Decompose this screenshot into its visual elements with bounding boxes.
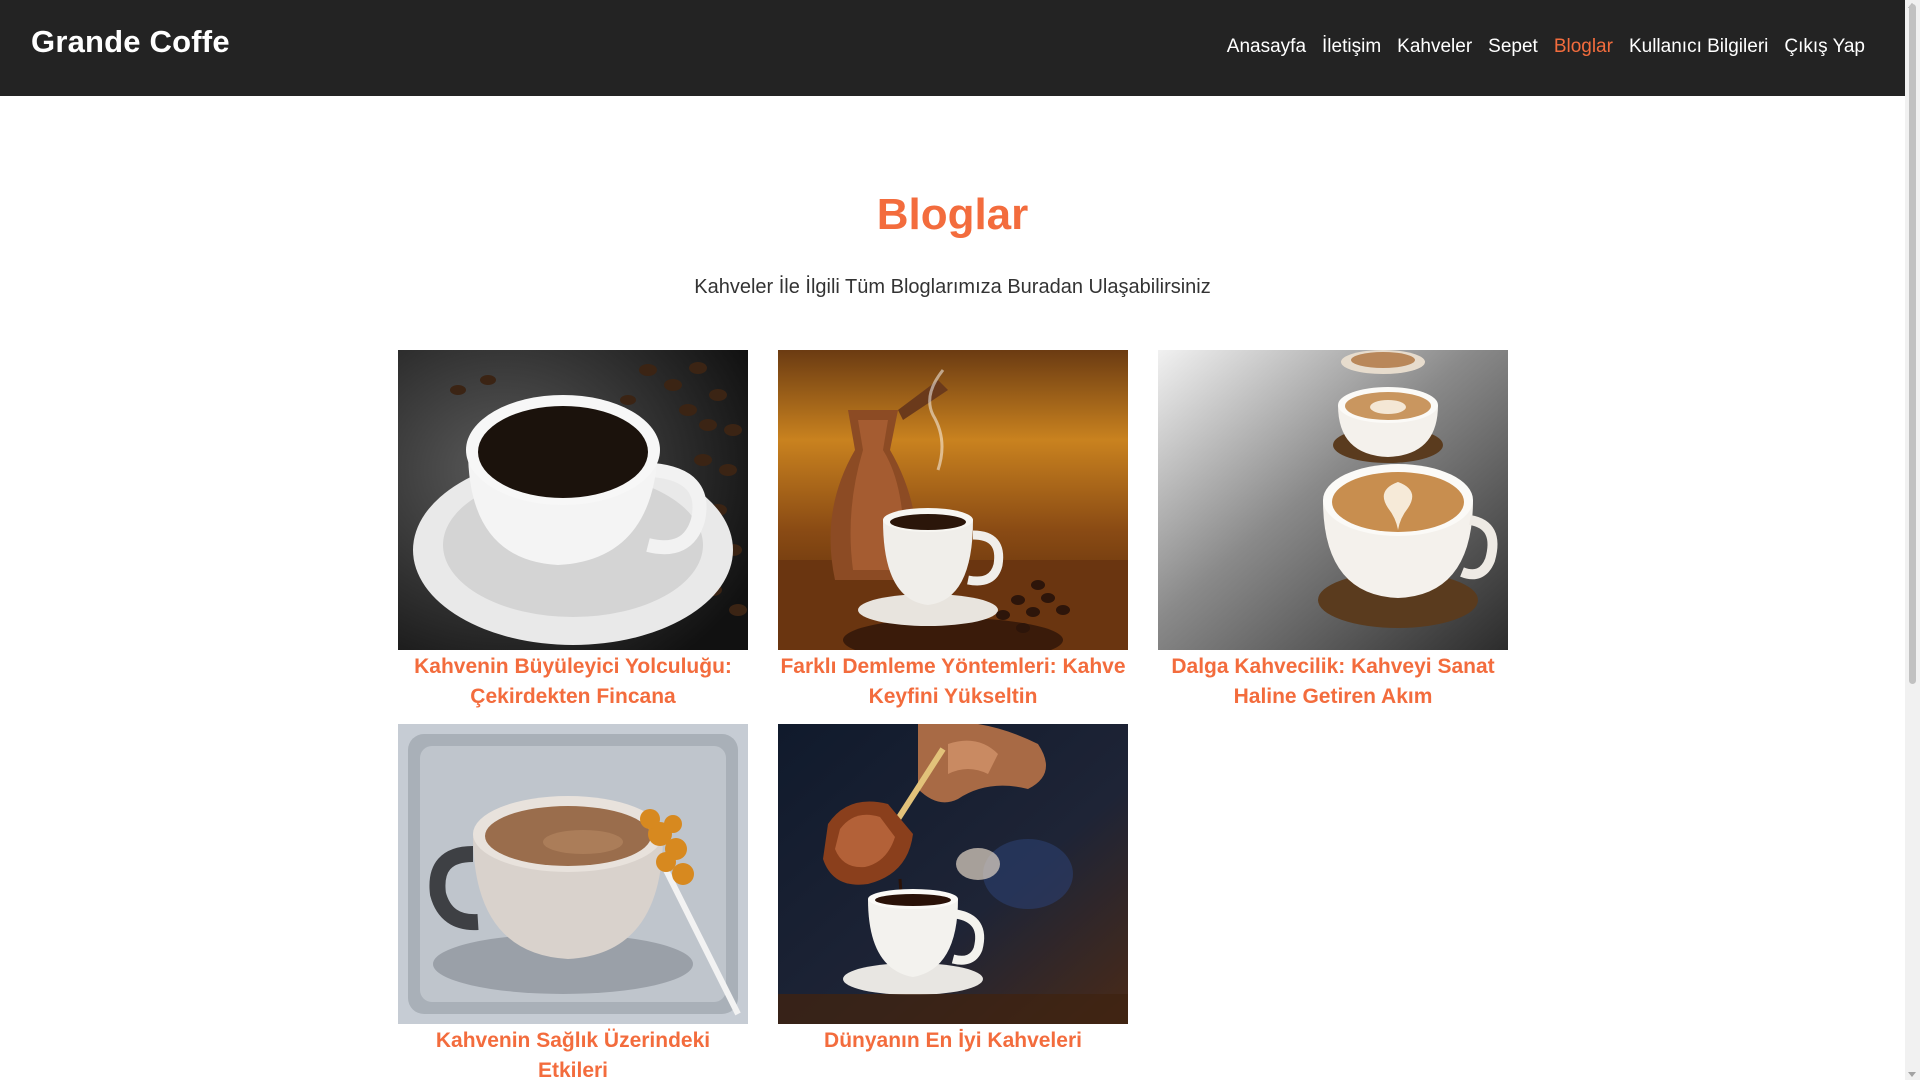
latte-art-cups-photo[interactable]	[1158, 350, 1508, 650]
nav-link-cikis-yap[interactable]: Çıkış Yap	[1784, 36, 1865, 58]
pouring-turkish-coffee-photo[interactable]	[778, 724, 1128, 1024]
coffee-cup-tray-photo[interactable]	[398, 724, 748, 1024]
nav-link-iletisim[interactable]: İletişim	[1322, 36, 1381, 58]
nav-link-sepet[interactable]: Sepet	[1488, 36, 1538, 58]
nav-link-anasayfa[interactable]: Anasayfa	[1227, 36, 1306, 58]
blog-card[interactable]: Dalga Kahvecilik: Kahveyi Sanat Haline G…	[1158, 350, 1508, 712]
blog-card-title[interactable]: Kahvenin Büyüleyici Yolculuğu: Çekirdekt…	[398, 652, 748, 712]
blog-card-title[interactable]: Dalga Kahvecilik: Kahveyi Sanat Haline G…	[1158, 652, 1508, 712]
blog-card[interactable]: Dünyanın En İyi Kahveleri	[778, 724, 1128, 1086]
blog-card[interactable]: Kahvenin Sağlık Üzerindeki Etkileri	[398, 724, 748, 1086]
blog-card[interactable]: Kahvenin Büyüleyici Yolculuğu: Çekirdekt…	[398, 350, 748, 712]
brand-logo[interactable]: Grande Coffe	[31, 24, 230, 60]
nav-link-kullanici-bilgileri[interactable]: Kullanıcı Bilgileri	[1629, 36, 1768, 58]
page-scrollbar[interactable]	[1905, 0, 1920, 1080]
nav-link-bloglar[interactable]: Bloglar	[1554, 36, 1613, 58]
nav-link-kahveler[interactable]: Kahveler	[1397, 36, 1472, 58]
coffee-cup-beans-photo[interactable]	[398, 350, 748, 650]
scroll-down-arrow-icon[interactable]	[1908, 1072, 1916, 1077]
scrollbar-thumb[interactable]	[1909, 4, 1916, 684]
blog-card-title[interactable]: Kahvenin Sağlık Üzerindeki Etkileri	[398, 1026, 748, 1086]
page-title: Bloglar	[876, 190, 1029, 239]
turkish-coffee-pot-photo[interactable]	[778, 350, 1128, 650]
main-nav: Anasayfa İletişim Kahveler Sepet Bloglar…	[1227, 36, 1865, 58]
blog-card-title[interactable]: Farklı Demleme Yöntemleri: Kahve Keyfini…	[778, 652, 1128, 712]
navbar: Grande Coffe Anasayfa İletişim Kahveler …	[0, 0, 1905, 96]
blog-grid: Kahvenin Büyüleyici Yolculuğu: Çekirdekt…	[398, 350, 1508, 1086]
page-subtitle: Kahveler İle İlgili Tüm Bloglarımıza Bur…	[694, 276, 1211, 298]
blog-card[interactable]: Farklı Demleme Yöntemleri: Kahve Keyfini…	[778, 350, 1128, 712]
blog-card-title[interactable]: Dünyanın En İyi Kahveleri	[778, 1026, 1128, 1056]
